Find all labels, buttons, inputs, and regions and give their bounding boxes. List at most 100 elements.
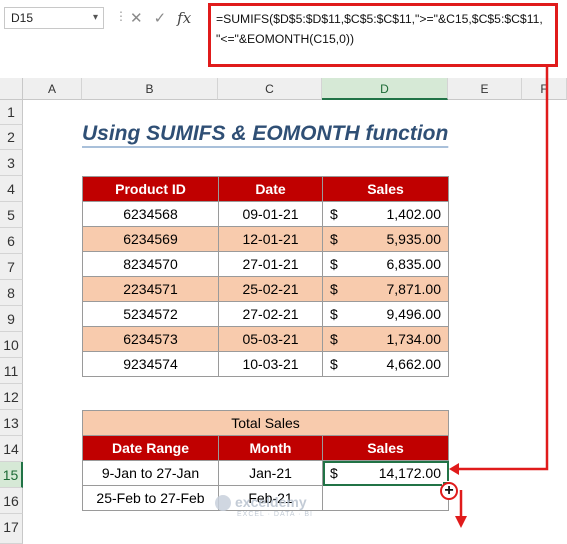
product-id-cell[interactable]: 5234572 <box>82 301 219 327</box>
name-box-value: D15 <box>11 11 34 25</box>
column-header-d[interactable]: D <box>322 78 448 100</box>
product-id-cell[interactable]: 9234574 <box>82 351 219 377</box>
insert-function-icon[interactable]: fx <box>177 9 191 27</box>
sales-cell[interactable]: $9,496.00 <box>322 301 449 327</box>
watermark-logo-icon <box>215 495 231 512</box>
table-row: 6234569 12-01-21 $5,935.00 <box>82 226 449 252</box>
currency-symbol: $ <box>330 306 338 322</box>
sales-amount: 9,496.00 <box>386 306 442 322</box>
sales-table: Product ID Date Sales 6234568 09-01-21 $… <box>82 176 449 377</box>
product-id-cell[interactable]: 6234569 <box>82 226 219 252</box>
date-cell[interactable]: 05-03-21 <box>218 326 323 352</box>
row-header[interactable]: 4 <box>0 176 23 202</box>
row-header[interactable]: 9 <box>0 306 23 332</box>
column-header-c[interactable]: C <box>218 78 322 100</box>
date-cell[interactable]: 27-01-21 <box>218 251 323 277</box>
annotation-arrowhead <box>449 463 459 475</box>
cancel-icon[interactable]: ✕ <box>130 9 143 27</box>
sales-amount: 6,835.00 <box>386 256 442 272</box>
date-cell[interactable]: 10-03-21 <box>218 351 323 377</box>
header-total-sales[interactable]: Sales <box>322 435 449 461</box>
row-header[interactable]: 16 <box>0 488 23 514</box>
row-header[interactable]: 11 <box>0 358 23 384</box>
sales-amount: 5,935.00 <box>386 231 442 247</box>
currency-symbol: $ <box>330 356 338 372</box>
table-row: 9-Jan to 27-Jan Jan-21 $14,172.00 <box>82 460 449 486</box>
currency-symbol: $ <box>330 281 338 297</box>
column-header-a[interactable]: A <box>23 78 82 100</box>
sales-cell[interactable]: $7,871.00 <box>322 276 449 302</box>
select-all-corner[interactable] <box>0 78 23 100</box>
header-sales[interactable]: Sales <box>322 176 449 202</box>
product-id-cell[interactable]: 8234570 <box>82 251 219 277</box>
row-header[interactable]: 6 <box>0 228 23 254</box>
sales-cell[interactable] <box>322 485 449 511</box>
date-range-cell[interactable]: 9-Jan to 27-Jan <box>82 460 219 486</box>
product-id-cell[interactable]: 6234573 <box>82 326 219 352</box>
formula-bar[interactable]: =SUMIFS($D$5:$D$11,$C$5:$C$11,">="&C15,$… <box>208 3 558 67</box>
column-header-e[interactable]: E <box>448 78 522 100</box>
row-header[interactable]: 13 <box>0 410 23 436</box>
table-row: 9234574 10-03-21 $4,662.00 <box>82 351 449 377</box>
formula-toolbar: D15 ▾ ⋮ ✕ ✓ fx =SUMIFS($D$5:$D$11,$C$5:$… <box>0 0 567 76</box>
sales-amount: 14,172.00 <box>378 465 441 481</box>
chevron-down-icon[interactable]: ▾ <box>93 8 98 28</box>
row-header[interactable]: 2 <box>0 125 23 150</box>
selected-cell-d15[interactable]: $14,172.00 <box>322 460 449 486</box>
fill-cursor-icon: + <box>440 482 458 500</box>
drag-arrowhead <box>455 516 467 528</box>
month-cell[interactable]: Jan-21 <box>218 460 323 486</box>
product-id-cell[interactable]: 6234568 <box>82 201 219 227</box>
column-header-f[interactable]: F <box>522 78 567 100</box>
total-sales-caption[interactable]: Total Sales <box>82 410 449 436</box>
sales-cell[interactable]: $1,734.00 <box>322 326 449 352</box>
row-header[interactable]: 8 <box>0 280 23 306</box>
header-date-range[interactable]: Date Range <box>82 435 219 461</box>
row-header[interactable]: 7 <box>0 254 23 280</box>
currency-symbol: $ <box>330 256 338 272</box>
header-month[interactable]: Month <box>218 435 323 461</box>
row-header[interactable]: 15 <box>0 462 23 488</box>
sales-cell[interactable]: $4,662.00 <box>322 351 449 377</box>
sales-cell[interactable]: $1,402.00 <box>322 201 449 227</box>
annotation-arrow-line <box>457 67 549 471</box>
sheet-title: Using SUMIFS & EOMONTH function <box>82 122 449 145</box>
sales-cell[interactable]: $5,935.00 <box>322 226 449 252</box>
formula-icons: ✕ ✓ fx <box>130 8 191 28</box>
watermark-name: exceldemy <box>235 494 307 510</box>
formula-line-2: "<="&EOMONTH(C15,0)) <box>216 32 355 46</box>
product-id-cell[interactable]: 2234571 <box>82 276 219 302</box>
sales-cell[interactable]: $6,835.00 <box>322 251 449 277</box>
date-cell[interactable]: 12-01-21 <box>218 226 323 252</box>
column-header-b[interactable]: B <box>82 78 218 100</box>
row-header[interactable]: 1 <box>0 100 23 125</box>
sales-amount: 1,734.00 <box>386 331 442 347</box>
currency-symbol: $ <box>330 465 338 481</box>
currency-symbol: $ <box>330 231 338 247</box>
sales-amount: 4,662.00 <box>386 356 442 372</box>
table-row: 5234572 27-02-21 $9,496.00 <box>82 301 449 327</box>
more-options-icon[interactable]: ⋮ <box>115 9 127 23</box>
currency-symbol: $ <box>330 206 338 222</box>
header-product-id[interactable]: Product ID <box>82 176 219 202</box>
formula-line-1: =SUMIFS($D$5:$D$11,$C$5:$C$11,">="&C15,$… <box>216 12 543 26</box>
date-cell[interactable]: 27-02-21 <box>218 301 323 327</box>
table-row: 6234568 09-01-21 $1,402.00 <box>82 201 449 227</box>
watermark: exceldemy EXCEL · DATA · BI <box>215 494 313 518</box>
row-header[interactable]: 5 <box>0 202 23 228</box>
table-row: 8234570 27-01-21 $6,835.00 <box>82 251 449 277</box>
sales-amount: 7,871.00 <box>386 281 442 297</box>
row-header[interactable]: 17 <box>0 514 23 544</box>
sales-amount: 1,402.00 <box>386 206 442 222</box>
name-box[interactable]: D15 ▾ <box>4 7 104 29</box>
row-header[interactable]: 12 <box>0 384 23 410</box>
date-range-cell[interactable]: 25-Feb to 27-Feb <box>82 485 219 511</box>
row-header[interactable]: 10 <box>0 332 23 358</box>
row-header[interactable]: 14 <box>0 436 23 462</box>
date-cell[interactable]: 25-02-21 <box>218 276 323 302</box>
row-header[interactable]: 3 <box>0 150 23 176</box>
date-cell[interactable]: 09-01-21 <box>218 201 323 227</box>
header-date[interactable]: Date <box>218 176 323 202</box>
confirm-icon[interactable]: ✓ <box>154 9 167 27</box>
watermark-tagline: EXCEL · DATA · BI <box>237 511 313 519</box>
